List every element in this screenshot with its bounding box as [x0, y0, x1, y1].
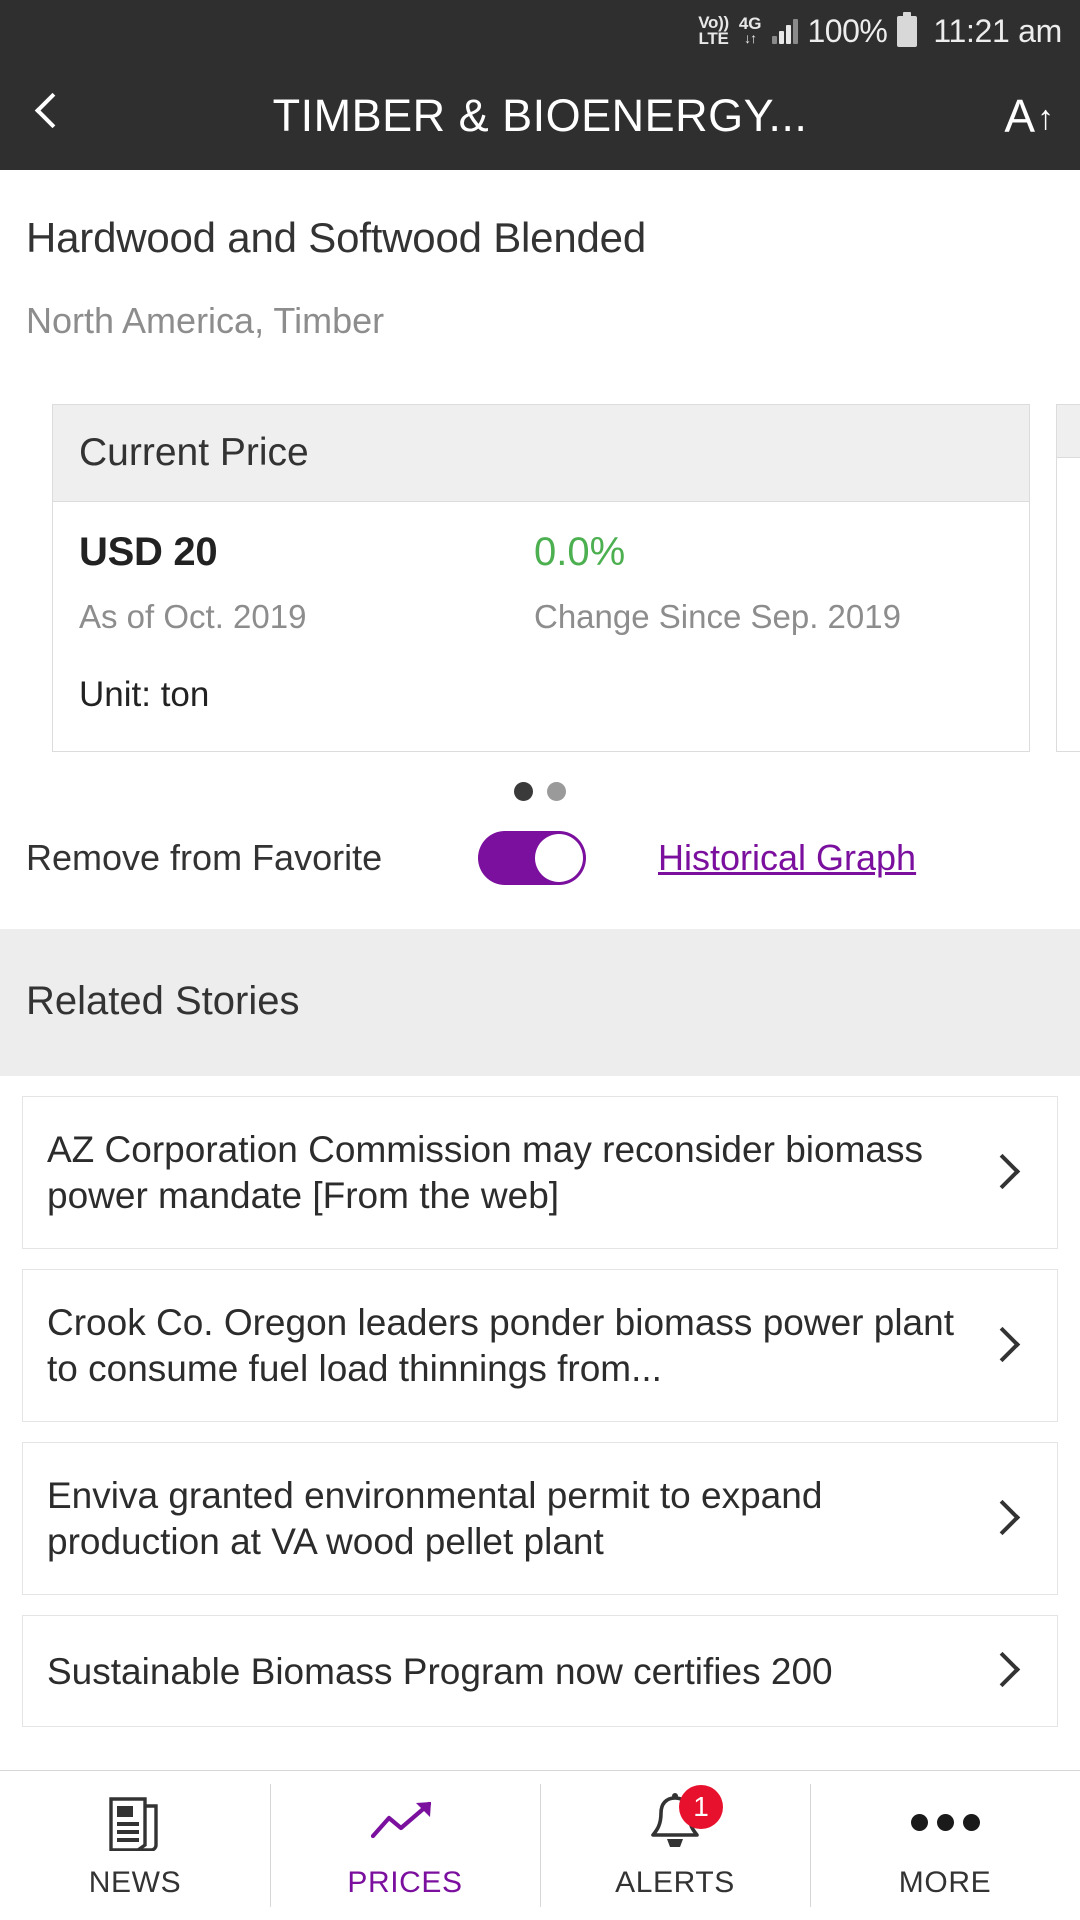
story-list-item[interactable]: Crook Co. Oregon leaders ponder biomass …	[22, 1269, 1058, 1423]
price-card-next-title	[1057, 405, 1080, 458]
story-list-item[interactable]: Enviva granted environmental permit to e…	[22, 1442, 1058, 1596]
signal-bars-icon	[771, 18, 798, 44]
story-list-item[interactable]: Sustainable Biomass Program now certifie…	[22, 1615, 1058, 1728]
price-card-body: USD 20 As of Oct. 2019 0.0% Change Since…	[53, 502, 1029, 751]
price-change-caption: Change Since Sep. 2019	[534, 598, 901, 635]
newspaper-icon	[107, 1791, 163, 1853]
current-price-caption: As of Oct. 2019	[79, 598, 307, 635]
price-card-next-body	[1057, 458, 1080, 582]
nav-item-label: ALERTS	[615, 1866, 735, 1899]
carousel-dot[interactable]	[514, 782, 533, 802]
commodity-header: Hardwood and Softwood Blended North Amer…	[0, 170, 1080, 342]
chevron-right-icon	[991, 1646, 1031, 1696]
price-card-next	[1056, 404, 1080, 753]
volte-icon: Vo)) LTE	[698, 14, 729, 48]
related-stories-list: AZ Corporation Commission may reconsider…	[0, 1096, 1080, 1728]
commodity-region: North America, Timber	[26, 300, 385, 341]
bottom-navigation-bar: NEWS PRICES 1 ALERTS MORE	[0, 1770, 1080, 1920]
chevron-right-icon	[991, 1148, 1031, 1198]
app-screen: Vo)) LTE 4G ↓↑ 100% 11:21 am TIMBER & BI…	[0, 0, 1080, 1920]
price-unit-label: Unit: ton	[79, 675, 210, 715]
arrow-up-icon: ↑	[1037, 99, 1054, 137]
chevron-right-icon	[991, 1494, 1031, 1544]
trending-up-icon	[369, 1791, 441, 1853]
story-title: Enviva granted environmental permit to e…	[47, 1475, 823, 1562]
story-title: Crook Co. Oregon leaders ponder biomass …	[47, 1302, 954, 1389]
ellipsis-icon	[910, 1791, 980, 1853]
font-size-letter-icon: A	[1004, 90, 1035, 142]
app-bar: TIMBER & BIOENERGY... A ↑	[0, 62, 1080, 170]
related-stories-heading: Related Stories	[26, 979, 300, 1024]
bell-icon: 1	[647, 1785, 723, 1853]
alerts-badge: 1	[679, 1785, 723, 1829]
clock-label: 11:21 am	[933, 12, 1062, 49]
price-card-carousel[interactable]: Current Price USD 20 As of Oct. 2019 0.0…	[0, 404, 1080, 753]
price-card-title: Current Price	[53, 405, 1029, 502]
chevron-right-icon	[991, 1321, 1031, 1371]
network-4g-icon: 4G ↓↑	[739, 15, 762, 47]
nav-item-label: NEWS	[88, 1866, 182, 1899]
nav-item-more[interactable]: MORE	[810, 1771, 1080, 1920]
favorite-toggle[interactable]	[478, 831, 586, 886]
current-price-value: USD 20	[79, 530, 218, 574]
font-size-button[interactable]: A ↑	[1004, 93, 1054, 139]
status-bar: Vo)) LTE 4G ↓↑ 100% 11:21 am	[0, 0, 1080, 62]
carousel-pagination-dots[interactable]	[0, 782, 1080, 802]
story-title: Sustainable Biomass Program now certifie…	[47, 1650, 833, 1692]
toggle-knob	[535, 834, 583, 883]
price-change-value: 0.0%	[534, 530, 626, 574]
nav-item-prices[interactable]: PRICES	[270, 1771, 540, 1920]
historical-graph-link[interactable]: Historical Graph	[658, 837, 916, 879]
price-card: Current Price USD 20 As of Oct. 2019 0.0…	[52, 404, 1030, 753]
volte-bottom-label: LTE	[698, 29, 729, 48]
nav-item-alerts[interactable]: 1 ALERTS	[540, 1771, 810, 1920]
battery-percent-label: 100%	[807, 12, 888, 49]
commodity-name: Hardwood and Softwood Blended	[26, 214, 646, 261]
story-title: AZ Corporation Commission may reconsider…	[47, 1129, 923, 1216]
page-title: TIMBER & BIOENERGY...	[272, 90, 808, 141]
nav-item-label: PRICES	[347, 1866, 463, 1899]
story-list-item[interactable]: AZ Corporation Commission may reconsider…	[22, 1096, 1058, 1250]
carousel-dot[interactable]	[547, 782, 566, 802]
favorite-toggle-label: Remove from Favorite	[26, 837, 383, 879]
nav-item-label: MORE	[898, 1866, 992, 1899]
related-stories-header: Related Stories	[0, 929, 1080, 1077]
nav-item-news[interactable]: NEWS	[0, 1771, 270, 1920]
favorite-row: Remove from Favorite Historical Graph	[0, 801, 1080, 929]
data-transfer-arrows-icon: ↓↑	[744, 30, 757, 47]
chevron-left-icon[interactable]	[26, 81, 72, 151]
battery-icon	[897, 11, 918, 47]
